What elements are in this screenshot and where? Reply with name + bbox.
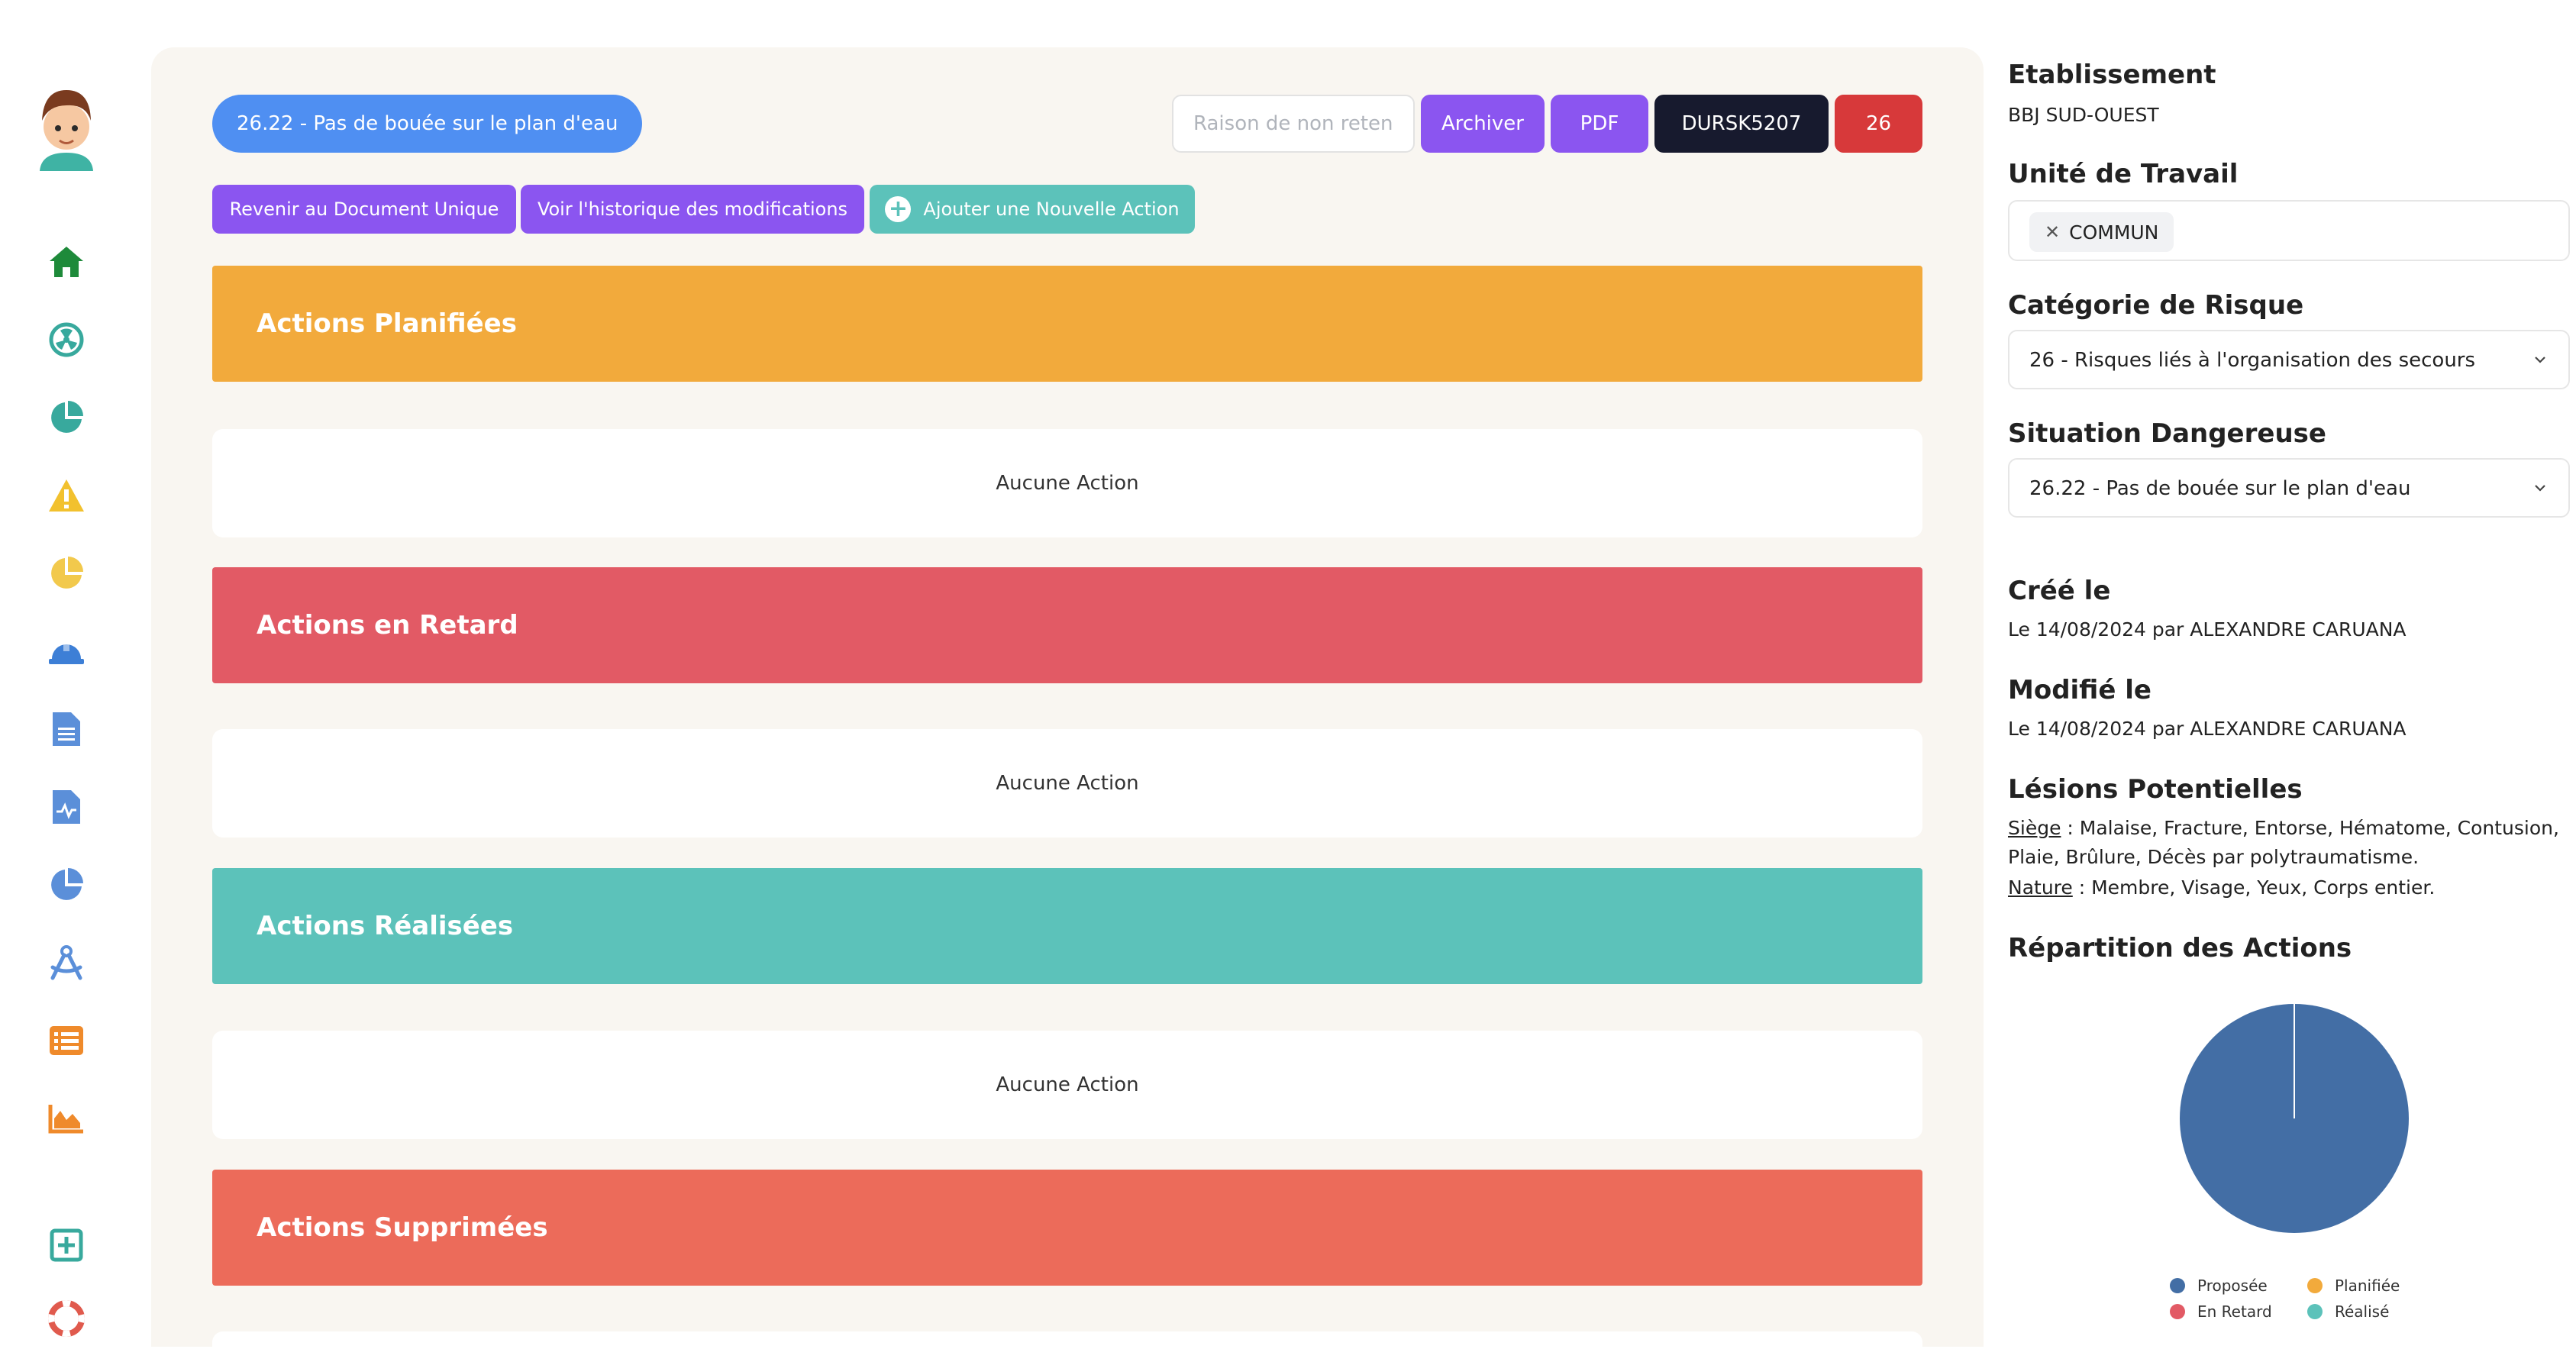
etablissement-label: Etablissement: [2008, 60, 2216, 90]
section-planned-empty: Aucune Action: [212, 429, 1922, 537]
archive-button[interactable]: Archiver: [1421, 95, 1545, 153]
remove-chip-icon[interactable]: ✕: [2045, 221, 2060, 243]
compass-icon[interactable]: [46, 942, 87, 983]
section-late-header[interactable]: Actions en Retard: [212, 567, 1922, 683]
legend-item[interactable]: En Retard: [2170, 1302, 2272, 1321]
categorie-value: 26 - Risques liés à l'organisation des s…: [2029, 349, 2476, 372]
legend-item[interactable]: Proposée: [2170, 1276, 2268, 1295]
nature-line: Nature : Membre, Visage, Yeux, Corps ent…: [2008, 876, 2435, 899]
code-badge[interactable]: DURSK5207: [1654, 95, 1829, 153]
pie-chart-blue-icon[interactable]: [46, 864, 87, 905]
created-value: Le 14/08/2024 par ALEXANDRE CARUANA: [2008, 618, 2407, 641]
legend-dot: [2170, 1278, 2185, 1293]
back-to-document-button[interactable]: Revenir au Document Unique: [212, 185, 516, 234]
situation-value: 26.22 - Pas de bouée sur le plan d'eau: [2029, 477, 2411, 500]
created-label: Créé le: [2008, 576, 2111, 606]
home-icon[interactable]: [46, 241, 87, 282]
section-deleted-header[interactable]: Actions Supprimées: [212, 1170, 1922, 1286]
legend-dot: [2307, 1304, 2323, 1319]
siege-line: Siège : Malaise, Fracture, Entorse, Héma…: [2008, 817, 2559, 839]
plus-circle-icon: +: [885, 196, 912, 222]
legend-item[interactable]: Planifiée: [2307, 1276, 2400, 1295]
situation-label: Situation Dangereuse: [2008, 418, 2326, 449]
add-action-button[interactable]: + Ajouter une Nouvelle Action: [870, 185, 1195, 234]
warning-icon[interactable]: [46, 475, 87, 516]
unite-multiselect[interactable]: ✕ COMMUN: [2008, 200, 2570, 261]
nature-value: : Membre, Visage, Yeux, Corps entier.: [2072, 876, 2436, 899]
sidebar: [0, 0, 134, 1347]
legend-label: Planifiée: [2335, 1276, 2400, 1295]
reason-input[interactable]: [1172, 95, 1415, 153]
pie-chart-icon[interactable]: [46, 397, 87, 438]
legend-label: Réalisé: [2335, 1302, 2390, 1321]
radiation-icon[interactable]: [46, 319, 87, 360]
document-icon[interactable]: [46, 708, 87, 750]
repartition-label: Répartition des Actions: [2008, 933, 2352, 963]
categorie-label: Catégorie de Risque: [2008, 290, 2304, 321]
legend-dot: [2307, 1278, 2323, 1293]
actions-pie-chart: [2180, 1004, 2409, 1233]
modified-value: Le 14/08/2024 par ALEXANDRE CARUANA: [2008, 718, 2407, 740]
section-late-empty: Aucune Action: [212, 729, 1922, 838]
siege-label: Siège: [2008, 817, 2061, 839]
user-avatar[interactable]: [32, 73, 101, 171]
nature-label: Nature: [2008, 876, 2073, 899]
pie-chart-half-icon[interactable]: [46, 553, 87, 594]
unite-chip-label: COMMUN: [2069, 221, 2159, 244]
legend-dot: [2170, 1304, 2185, 1319]
add-action-label: Ajouter une Nouvelle Action: [923, 198, 1180, 220]
section-deleted-body: [212, 1331, 1922, 1362]
section-planned-header[interactable]: Actions Planifiées: [212, 266, 1922, 382]
chevron-down-icon: [2535, 357, 2545, 363]
siege-value: : Malaise, Fracture, Entorse, Hématome, …: [2061, 817, 2559, 839]
lifebuoy-icon[interactable]: [46, 1298, 87, 1339]
hard-hat-icon[interactable]: [46, 631, 87, 672]
legend-label: En Retard: [2197, 1302, 2272, 1321]
area-chart-icon[interactable]: [46, 1098, 87, 1139]
add-square-icon[interactable]: [46, 1225, 87, 1266]
legend-item[interactable]: Réalisé: [2307, 1302, 2389, 1321]
main-panel: 26.22 - Pas de bouée sur le plan d'eau A…: [151, 47, 1984, 1362]
number-badge[interactable]: 26: [1835, 95, 1922, 153]
lesions-label: Lésions Potentielles: [2008, 774, 2303, 805]
pdf-button[interactable]: PDF: [1551, 95, 1648, 153]
medical-file-icon[interactable]: [46, 786, 87, 828]
history-button[interactable]: Voir l'historique des modifications: [521, 185, 864, 234]
list-icon[interactable]: [46, 1020, 87, 1061]
situation-select[interactable]: 26.22 - Pas de bouée sur le plan d'eau: [2008, 458, 2570, 518]
section-done-header[interactable]: Actions Réalisées: [212, 868, 1922, 984]
etablissement-value: BBJ SUD-OUEST: [2008, 104, 2159, 126]
section-done-empty: Aucune Action: [212, 1031, 1922, 1139]
unite-chip[interactable]: ✕ COMMUN: [2029, 212, 2174, 252]
siege-line-2: Plaie, Brûlure, Décès par polytraumatism…: [2008, 846, 2419, 868]
unite-label: Unité de Travail: [2008, 159, 2239, 189]
risk-title-pill[interactable]: 26.22 - Pas de bouée sur le plan d'eau: [212, 95, 643, 153]
details-panel: Etablissement BBJ SUD-OUEST Unité de Tra…: [2008, 0, 2576, 1347]
categorie-select[interactable]: 26 - Risques liés à l'organisation des s…: [2008, 330, 2570, 389]
chevron-down-icon: [2535, 485, 2545, 492]
modified-label: Modifié le: [2008, 675, 2152, 705]
legend-label: Proposée: [2197, 1276, 2268, 1295]
